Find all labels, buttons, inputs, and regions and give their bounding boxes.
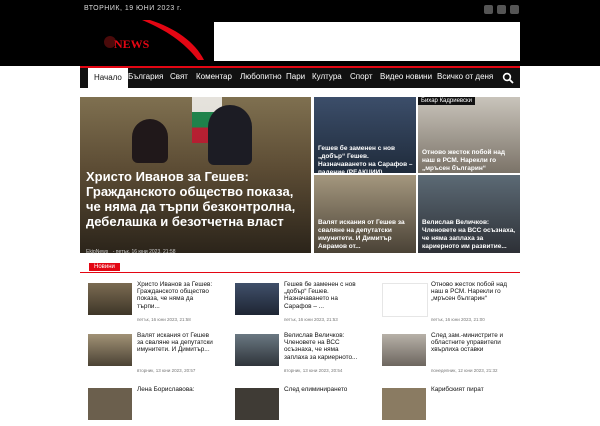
list-item-title[interactable]: Гешев бе заменен с нов „добър“ Гешев. На… [284, 281, 364, 310]
photo-figure [132, 119, 168, 163]
site-logo[interactable]: NEWS [80, 20, 210, 66]
list-item-title[interactable]: Карибският пират [431, 386, 511, 393]
list-item-title[interactable]: След зам.-министрите и областните управи… [431, 332, 511, 354]
hero-tile[interactable]: Гешев бе заменен с нов „добър“ Гешев. На… [314, 97, 416, 173]
youtube-icon[interactable] [510, 5, 519, 14]
list-item-title[interactable]: Лена Бориславова: [137, 386, 217, 393]
nav-item-curious[interactable]: Любопитно [240, 72, 282, 81]
nav-item-video-news[interactable]: Видео новини [380, 72, 432, 81]
hero-tile-label: Бихар Кадриевски [418, 97, 476, 105]
article-thumbnail[interactable] [88, 334, 132, 366]
list-item[interactable]: Валят искания от Гешев за сваляне на деп… [80, 332, 218, 373]
top-bar: ВТОРНИК, 19 ЮНИ 2023 г. [0, 0, 600, 20]
list-item-date: петък, 16 юни 2023, 21:53 [284, 317, 338, 322]
hero-author[interactable]: EkipNews [86, 249, 108, 255]
nav-item-comment[interactable]: Коментар [196, 72, 232, 81]
list-item-title[interactable]: Отново жесток побой над наш в РСМ. Нарек… [431, 281, 511, 303]
list-item-title[interactable]: Валят искания от Гешев за сваляне на деп… [137, 332, 217, 354]
nav-item-culture[interactable]: Култура [312, 72, 342, 81]
list-item-date: петък, 16 юни 2023, 21:00 [431, 317, 485, 322]
hero-tile-title[interactable]: Велислав Величков: Членовете на ВСС осъз… [422, 219, 518, 251]
hero-main-meta: EkipNews - петък, 16 юни 2023, 21:58 [86, 249, 176, 255]
date-text: ВТОРНИК, 19 ЮНИ 2023 г. [84, 5, 182, 12]
search-icon[interactable] [502, 71, 514, 84]
list-item-date: петък, 16 юни 2023, 21:58 [137, 317, 191, 322]
article-thumbnail[interactable] [382, 283, 428, 317]
article-thumbnail[interactable] [235, 388, 279, 420]
list-item[interactable]: Карибският пират [374, 386, 512, 426]
list-item-date: вторник, 13 юни 2023, 20:57 [137, 368, 196, 373]
section-tag[interactable]: Новини [89, 263, 120, 271]
nav-item-world[interactable]: Свят [170, 72, 188, 81]
list-item-title[interactable]: Велислав Величков: Членовете на ВСС осъз… [284, 332, 364, 361]
nav-item-home[interactable]: Начало [88, 68, 128, 88]
article-thumbnail[interactable] [382, 334, 426, 366]
article-thumbnail[interactable] [235, 283, 279, 315]
nav-item-sport[interactable]: Спорт [350, 72, 373, 81]
hero-tile[interactable]: Велислав Величков: Членовете на ВСС осъз… [418, 175, 520, 253]
hero-tile[interactable]: Валят искания от Гешев за сваляне на деп… [314, 175, 416, 253]
section-divider [80, 272, 520, 273]
list-item[interactable]: Гешев бе заменен с нов „добър“ Гешев. На… [227, 281, 365, 322]
facebook-icon[interactable] [484, 5, 493, 14]
article-thumbnail[interactable] [88, 388, 132, 420]
list-item[interactable]: Отново жесток побой над наш в РСМ. Нарек… [374, 281, 512, 322]
list-item-date: вторник, 13 юни 2023, 20:54 [284, 368, 343, 373]
main-navigation: Начало България Свят Коментар Любопитно … [80, 66, 520, 88]
hero-main-article[interactable]: Христо Иванов за Гешев: Гражданското общ… [80, 97, 311, 253]
logo-text: NEWS [114, 37, 150, 51]
list-item-title[interactable]: След елиминирането [284, 386, 364, 393]
list-item[interactable]: След елиминирането [227, 386, 365, 426]
article-thumbnail[interactable] [88, 283, 132, 315]
photo-figure [208, 105, 252, 165]
hero-tile-title[interactable]: Гешев бе заменен с нов „добър“ Гешев. На… [318, 145, 414, 173]
hero-date: петък, 16 юни 2023, 21:58 [115, 249, 176, 255]
hero-main-title[interactable]: Христо Иванов за Гешев: Гражданското общ… [86, 169, 306, 229]
hero-tile[interactable]: Бихар Кадриевски Отново жесток побой над… [418, 97, 520, 173]
list-item[interactable]: След зам.-министрите и областните управи… [374, 332, 512, 373]
article-thumbnail[interactable] [382, 388, 426, 420]
nav-item-bulgaria[interactable]: България [128, 72, 163, 81]
twitter-icon[interactable] [497, 5, 506, 14]
list-item-title[interactable]: Христо Иванов за Гешев: Гражданското общ… [137, 281, 217, 310]
list-item[interactable]: Христо Иванов за Гешев: Гражданското общ… [80, 281, 218, 322]
list-item[interactable]: Лена Бориславова: [80, 386, 218, 426]
hero-tile-title[interactable]: Отново жесток побой над наш в РСМ. Нарек… [422, 149, 518, 173]
ad-banner[interactable] [214, 22, 520, 61]
list-item-date: понеделник, 12 юни 2023, 21:32 [431, 368, 498, 373]
nav-item-money[interactable]: Пари [286, 72, 305, 81]
article-thumbnail[interactable] [235, 334, 279, 366]
list-item[interactable]: Велислав Величков: Членовете на ВСС осъз… [227, 332, 365, 373]
hero-tile-title[interactable]: Валят искания от Гешев за сваляне на деп… [318, 219, 414, 251]
nav-item-all-day[interactable]: Всичко от деня [437, 72, 493, 81]
